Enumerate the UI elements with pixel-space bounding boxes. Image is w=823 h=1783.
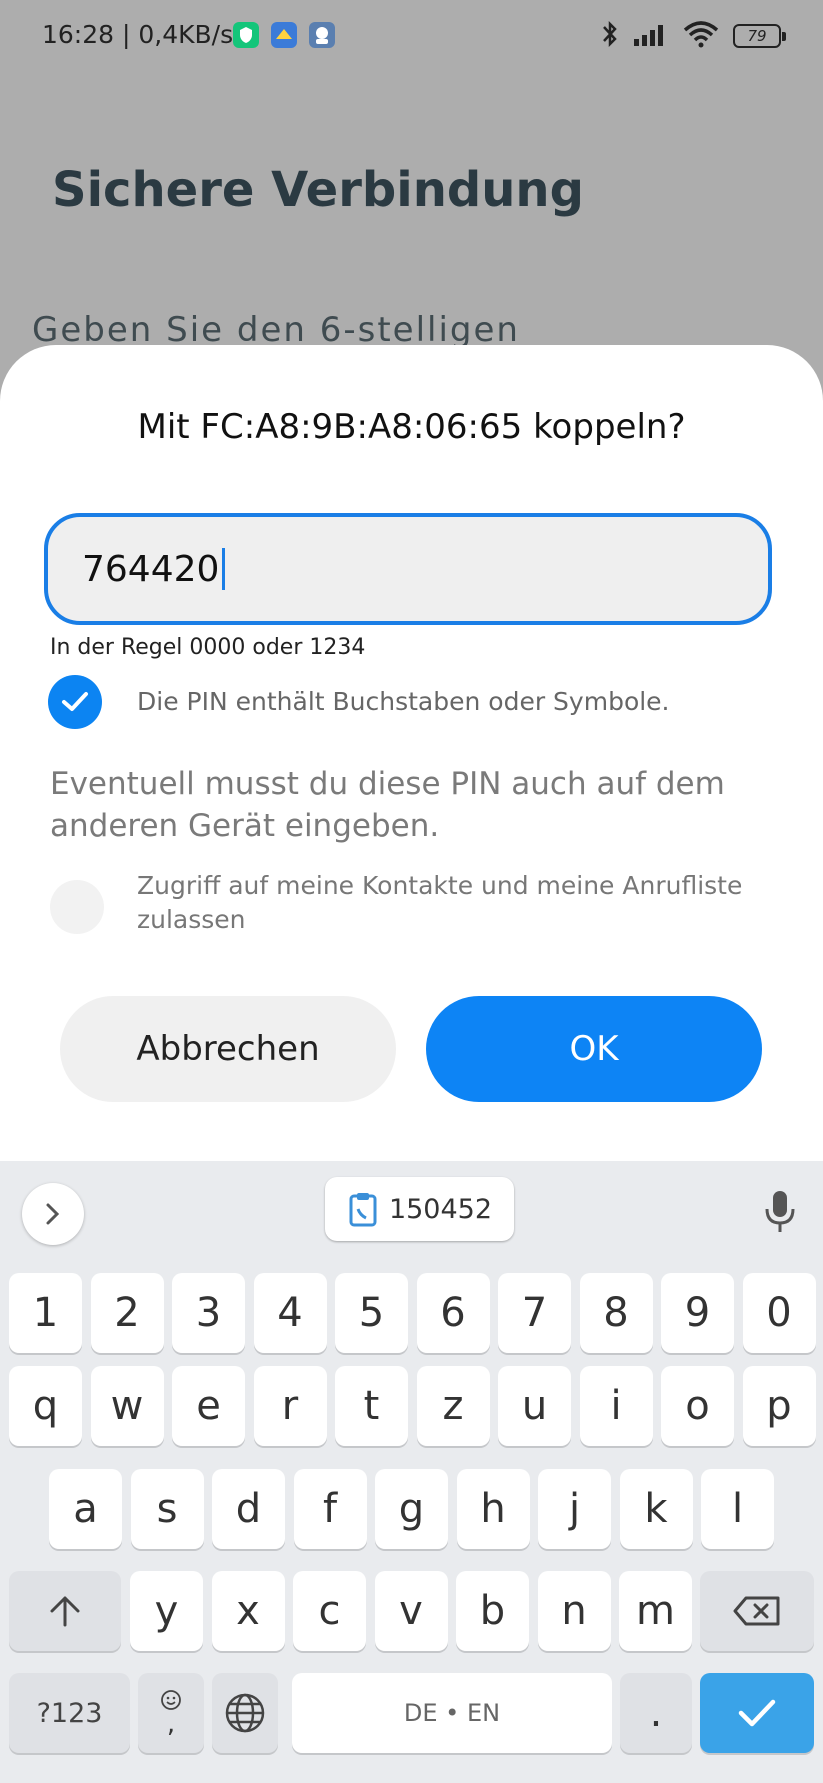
contacts-checkbox-label[interactable]: Zugriff auf meine Kontakte und meine Anr… <box>137 869 777 937</box>
letters-checkbox-label[interactable]: Die PIN enthält Buchstaben oder Symbole. <box>137 687 670 716</box>
cancel-button[interactable]: Abbrechen <box>60 996 396 1102</box>
key-i[interactable]: i <box>579 1366 653 1446</box>
clipboard-suggestion[interactable]: 150452 <box>325 1177 514 1241</box>
key-m[interactable]: m <box>619 1571 692 1651</box>
letters-checkbox[interactable] <box>48 675 102 729</box>
key-7[interactable]: 7 <box>498 1273 571 1353</box>
key-w[interactable]: w <box>90 1366 164 1446</box>
key-n[interactable]: n <box>537 1571 611 1651</box>
key-p[interactable]: p <box>742 1366 816 1446</box>
key-h[interactable]: h <box>456 1469 530 1549</box>
checkmark-icon <box>62 692 88 711</box>
key-d[interactable]: d <box>212 1469 285 1549</box>
key-z[interactable]: z <box>416 1366 490 1446</box>
microphone-icon[interactable] <box>762 1189 798 1239</box>
symbols-key[interactable]: ?123 <box>9 1673 130 1753</box>
key-8[interactable]: 8 <box>579 1273 653 1353</box>
shift-key[interactable] <box>9 1571 121 1651</box>
language-key[interactable] <box>212 1673 278 1753</box>
key-9[interactable]: 9 <box>661 1273 734 1353</box>
key-6[interactable]: 6 <box>416 1273 490 1353</box>
key-5[interactable]: 5 <box>335 1273 408 1353</box>
key-0[interactable]: 0 <box>742 1273 816 1353</box>
avatar-app-icon <box>309 22 335 48</box>
key-j[interactable]: j <box>538 1469 611 1549</box>
wifi-icon <box>683 20 719 52</box>
clipboard-icon <box>349 1193 377 1227</box>
period-key[interactable]: . <box>620 1673 692 1753</box>
key-a[interactable]: a <box>49 1469 122 1549</box>
status-bar: 16:28 | 0,4KB/s 79 <box>0 0 823 72</box>
chevron-right-icon <box>46 1203 60 1225</box>
key-y[interactable]: y <box>130 1571 203 1651</box>
key-2[interactable]: 2 <box>90 1273 164 1353</box>
shield-app-icon <box>233 22 259 48</box>
keyboard: 150452 ?123 , DE • EN . 1234567890 qwertz… <box>0 1161 823 1783</box>
bluetooth-icon <box>601 19 619 53</box>
key-s[interactable]: s <box>130 1469 204 1549</box>
key-l[interactable]: l <box>701 1469 774 1549</box>
globe-icon <box>225 1693 265 1733</box>
info-text: Eventuell musst du diese PIN auch auf de… <box>50 766 725 844</box>
key-b[interactable]: b <box>456 1571 529 1651</box>
pairing-dialog: Mit FC:A8:9B:A8:06:65 koppeln? 764420 In… <box>0 345 823 1161</box>
key-3[interactable]: 3 <box>172 1273 245 1353</box>
ok-button[interactable]: OK <box>426 996 762 1102</box>
dialog-title: Mit FC:A8:9B:A8:06:65 koppeln? <box>137 407 686 447</box>
key-t[interactable]: t <box>335 1366 408 1446</box>
keyboard-toolbar: 150452 <box>0 1161 823 1261</box>
pin-hint: In der Regel 0000 oder 1234 <box>50 635 366 660</box>
pin-value: 764420 <box>82 548 220 590</box>
key-u[interactable]: u <box>498 1366 571 1446</box>
key-q[interactable]: q <box>9 1366 82 1446</box>
app-icon <box>271 22 297 48</box>
backspace-key[interactable] <box>700 1571 814 1651</box>
key-e[interactable]: e <box>172 1366 245 1446</box>
expand-toolbar-button[interactable] <box>22 1183 84 1245</box>
key-c[interactable]: c <box>293 1571 366 1651</box>
key-v[interactable]: v <box>374 1571 448 1651</box>
key-4[interactable]: 4 <box>253 1273 327 1353</box>
contacts-checkbox[interactable] <box>50 880 104 934</box>
text-caret <box>222 548 226 590</box>
key-x[interactable]: x <box>211 1571 285 1651</box>
shift-icon <box>50 1596 80 1627</box>
page-title: Sichere Verbindung <box>52 162 584 218</box>
key-1[interactable]: 1 <box>9 1273 82 1353</box>
key-o[interactable]: o <box>661 1366 734 1446</box>
space-key[interactable]: DE • EN <box>292 1673 612 1753</box>
battery-icon: 79 <box>733 24 786 48</box>
status-time: 16:28 | 0,4KB/s <box>42 20 234 49</box>
signal-icon <box>633 21 669 51</box>
comma-label: , <box>166 1709 176 1739</box>
key-g[interactable]: g <box>375 1469 448 1549</box>
enter-key[interactable] <box>700 1673 814 1753</box>
key-k[interactable]: k <box>619 1469 693 1549</box>
pin-input[interactable]: 764420 <box>44 513 772 625</box>
backspace-icon <box>733 1596 780 1626</box>
checkmark-icon <box>738 1699 776 1727</box>
page-subtitle: Geben Sie den 6-stelligen <box>32 310 520 350</box>
emoji-icon <box>161 1690 181 1710</box>
clipboard-suggestion-text: 150452 <box>388 1193 493 1225</box>
key-r[interactable]: r <box>253 1366 327 1446</box>
key-f[interactable]: f <box>293 1469 367 1549</box>
comma-key[interactable]: , <box>138 1673 204 1753</box>
